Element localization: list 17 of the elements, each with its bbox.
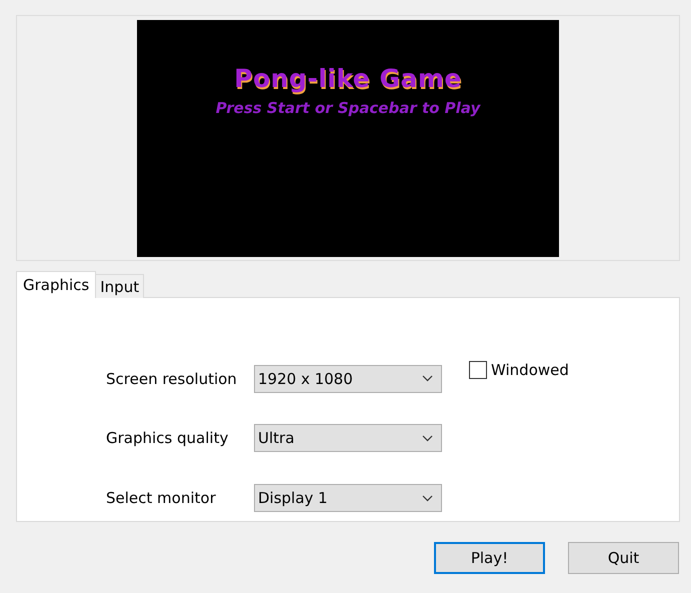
setting-label: Screen resolution xyxy=(106,370,238,388)
game-subtitle: Press Start or Spacebar to Play xyxy=(216,98,480,116)
setting-label: Graphics quality xyxy=(106,429,230,448)
tab[interactable]: Graphics xyxy=(16,271,96,298)
checkbox-label: Windowed xyxy=(491,361,569,379)
dropdown[interactable]: Ultra xyxy=(254,424,442,452)
quit-button[interactable]: Quit xyxy=(568,542,679,574)
checkbox[interactable] xyxy=(469,361,487,379)
tab[interactable]: Input xyxy=(95,274,144,298)
play-button[interactable]: Play! xyxy=(434,542,545,574)
chevron-down-icon xyxy=(422,375,433,382)
dropdown[interactable]: 1920 x 1080 xyxy=(254,364,442,393)
game-title: Pong-like Game xyxy=(234,64,462,92)
chevron-down-icon xyxy=(422,434,433,442)
dropdown[interactable]: Display 1 xyxy=(254,484,442,512)
setting-label: Select monitor xyxy=(106,489,217,508)
chevron-down-icon xyxy=(422,494,433,502)
